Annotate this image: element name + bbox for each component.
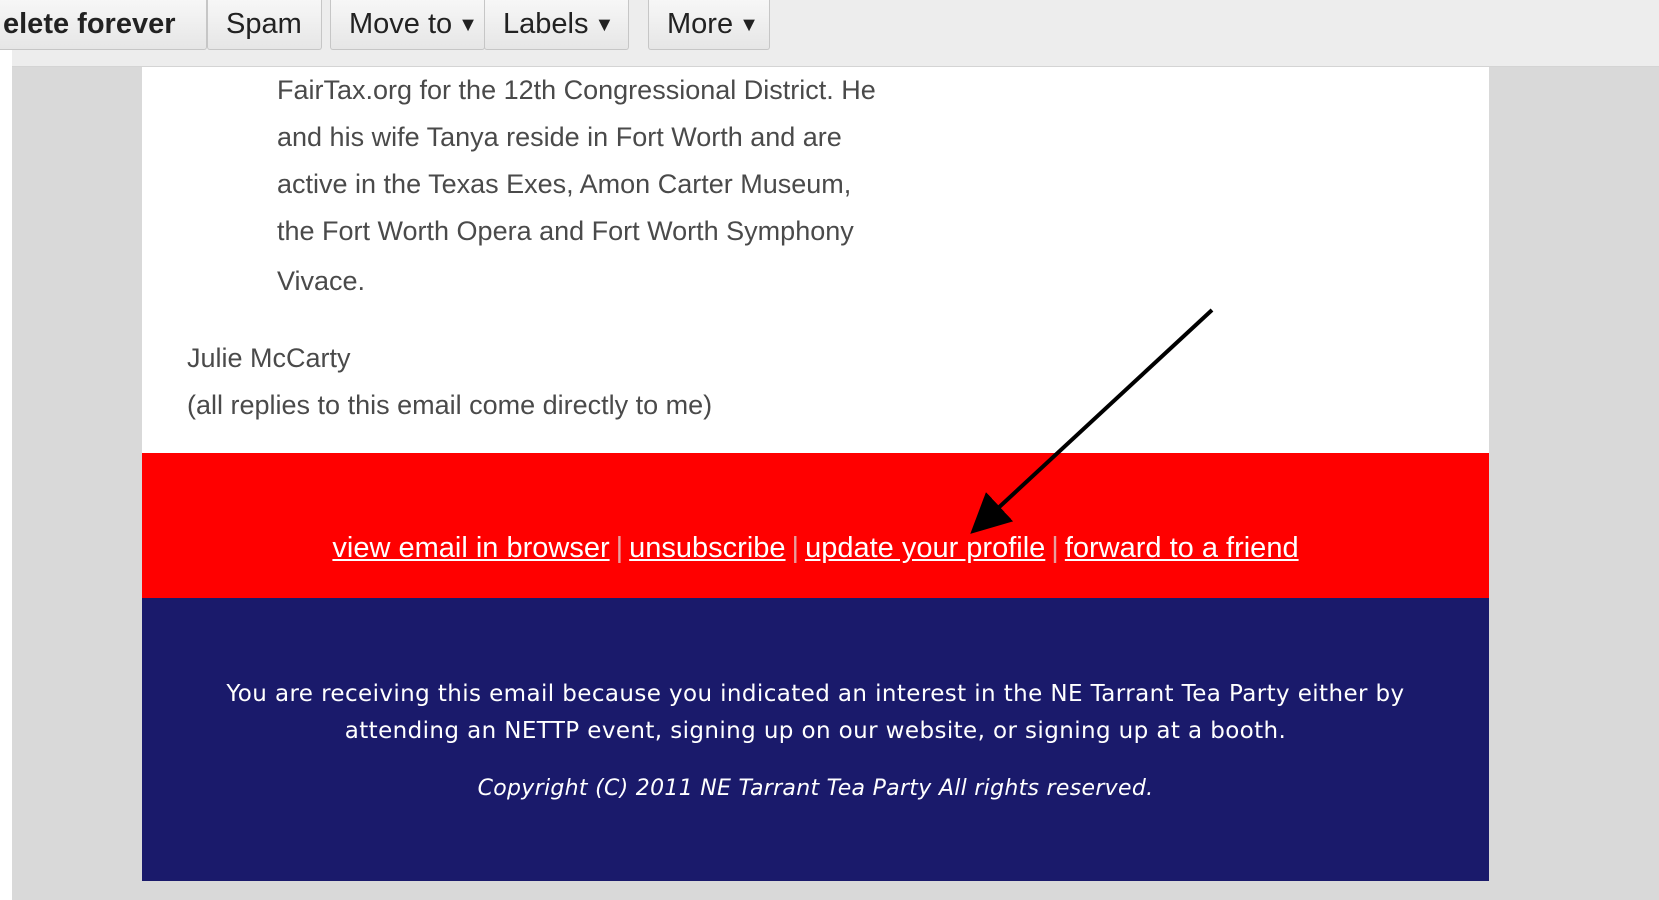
move-to-button[interactable]: Move to ▼: [330, 0, 485, 50]
link-separator: |: [1051, 532, 1059, 564]
more-button[interactable]: More ▼: [648, 0, 770, 50]
link-separator: |: [615, 532, 624, 564]
subscription-notice: You are receiving this email because you…: [226, 681, 1405, 744]
bio-line: and his wife Tanya reside in Fort Worth …: [277, 122, 842, 152]
footer-links: view email in browser | unsubscribe | update…: [142, 532, 1489, 565]
delete-forever-button[interactable]: elete forever: [0, 0, 207, 50]
signature-name: Julie McCarty: [187, 343, 351, 373]
gmail-toolbar: elete forever Spam Move to ▼ Labels ▼ More…: [0, 0, 1659, 67]
spam-label: Spam: [226, 8, 302, 40]
signature-note: (all replies to this email come directly…: [187, 390, 713, 420]
move-to-label: Move to: [349, 8, 453, 40]
footer-links-band: view email in browser | unsubscribe | update…: [142, 453, 1489, 598]
footer-notice-band: You are receiving this email because you…: [142, 598, 1489, 881]
bio-line: FairTax.org for the 12th Congressional D…: [277, 75, 876, 105]
update-profile-link[interactable]: update your profile: [805, 532, 1045, 564]
labels-label: Labels: [503, 8, 589, 40]
chevron-down-icon: ▼: [594, 14, 615, 37]
labels-button[interactable]: Labels ▼: [484, 0, 629, 50]
more-label: More: [667, 8, 734, 40]
view-in-browser-link[interactable]: view email in browser: [332, 532, 609, 564]
unsubscribe-link[interactable]: unsubscribe: [629, 532, 785, 564]
spam-button[interactable]: Spam: [207, 0, 322, 50]
chevron-down-icon: ▼: [458, 14, 478, 37]
bio-line: active in the Texas Exes, Amon Carter Mu…: [277, 169, 852, 199]
delete-forever-label: elete forever: [3, 8, 176, 40]
bio-line: the Fort Worth Opera and Fort Worth Symp…: [277, 216, 854, 246]
chevron-down-icon: ▼: [739, 14, 759, 37]
bio-line: Vivace.: [277, 266, 366, 296]
forward-to-friend-link[interactable]: forward to a friend: [1065, 532, 1299, 564]
copyright-text: Copyright (C) 2011 NE Tarrant Tea Party …: [477, 776, 1154, 801]
link-separator: |: [791, 532, 800, 564]
